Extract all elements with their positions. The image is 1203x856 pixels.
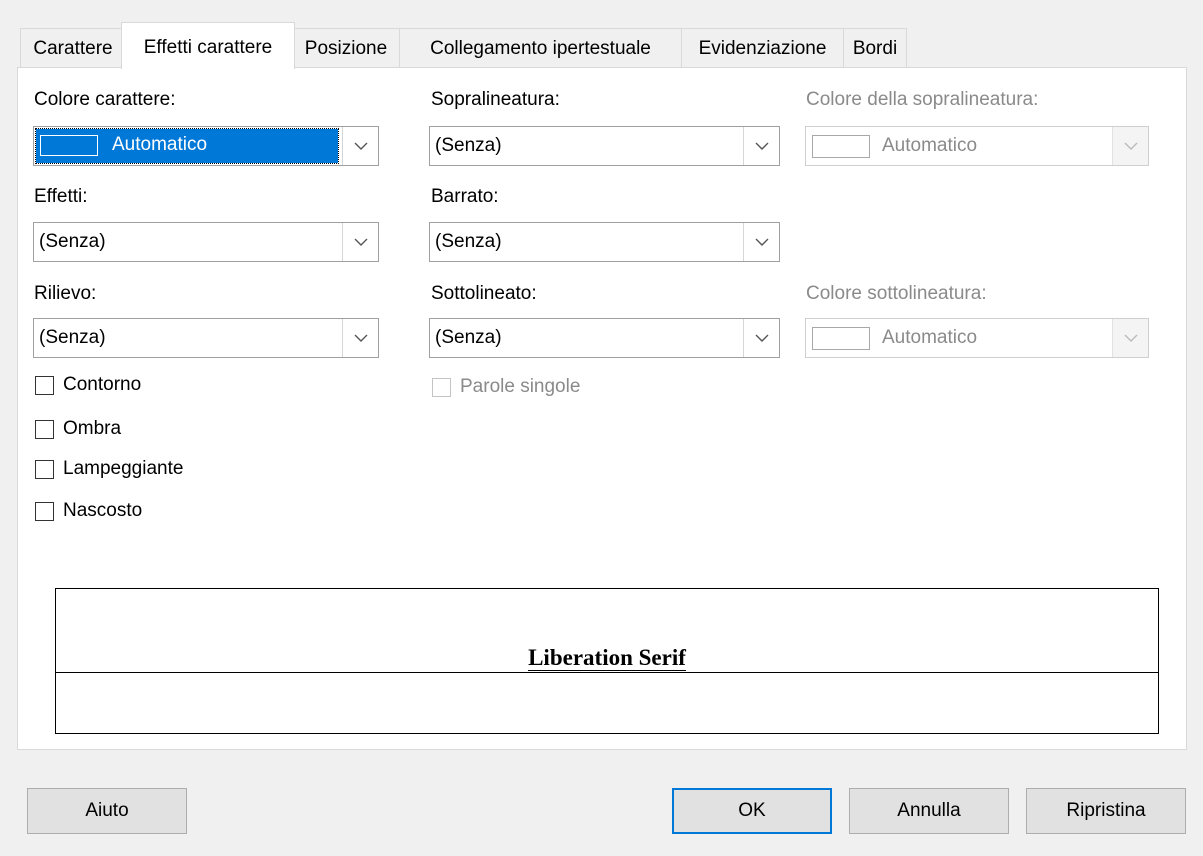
help-button[interactable]: Aiuto — [27, 788, 187, 834]
outline-label: Contorno — [63, 374, 142, 395]
font-preview: Liberation Serif — [55, 588, 1159, 734]
tab-effetti-carattere[interactable]: Effetti carattere — [121, 22, 295, 69]
font-color-label: Colore carattere: — [34, 89, 176, 110]
checkbox-box[interactable] — [35, 419, 54, 439]
reset-button[interactable]: Ripristina — [1026, 788, 1186, 834]
effects-value: (Senza) — [39, 231, 106, 252]
hidden-checkbox[interactable]: Nascosto — [35, 500, 142, 522]
underline-color-label: Colore sottolineatura: — [806, 283, 987, 304]
strikethrough-value: (Senza) — [435, 231, 502, 252]
strikethrough-select[interactable]: (Senza) — [429, 222, 780, 262]
cancel-button[interactable]: Annulla — [849, 788, 1009, 834]
overline-color-value: Automatico — [882, 135, 978, 156]
underline-select[interactable]: (Senza) — [429, 318, 780, 358]
tab-posizione[interactable]: Posizione — [292, 28, 400, 68]
chevron-down-icon[interactable] — [342, 127, 378, 165]
underline-color-select[interactable]: Automatico — [805, 318, 1149, 358]
underline-color-value: Automatico — [882, 327, 978, 348]
baseline — [56, 672, 1158, 673]
chevron-down-icon[interactable] — [743, 319, 779, 357]
font-color-select[interactable]: Automatico — [33, 126, 379, 166]
preview-text: Liberation Serif — [528, 645, 686, 671]
effects-label: Effetti: — [34, 186, 88, 207]
relief-select[interactable]: (Senza) — [33, 318, 379, 358]
relief-label: Rilievo: — [34, 283, 97, 304]
shadow-label: Ombra — [63, 418, 122, 439]
blinking-checkbox[interactable]: Lampeggiante — [35, 458, 183, 480]
ok-button[interactable]: OK — [672, 788, 832, 834]
checkbox-box[interactable] — [35, 459, 54, 479]
chevron-down-icon[interactable] — [342, 223, 378, 261]
hidden-label: Nascosto — [63, 500, 143, 521]
checkbox-box[interactable] — [432, 377, 451, 397]
font-color-value: Automatico — [112, 134, 208, 155]
overline-color-select[interactable]: Automatico — [805, 126, 1149, 166]
outline-checkbox[interactable]: Contorno — [35, 374, 141, 396]
tab-bordi[interactable]: Bordi — [843, 28, 907, 68]
underline-label: Sottolineato: — [431, 283, 537, 304]
relief-value: (Senza) — [39, 327, 106, 348]
preview-text-container: Liberation Serif — [56, 645, 1158, 671]
overline-value: (Senza) — [435, 135, 502, 156]
chevron-down-icon[interactable] — [743, 223, 779, 261]
individual-words-checkbox[interactable]: Parole singole — [432, 376, 580, 398]
tab-evidenziazione[interactable]: Evidenziazione — [681, 28, 844, 68]
checkbox-box[interactable] — [35, 501, 54, 521]
chevron-down-icon[interactable] — [1112, 127, 1148, 165]
tab-collegamento-ipertestuale[interactable]: Collegamento ipertestuale — [399, 28, 682, 68]
overline-label: Sopralineatura: — [431, 89, 560, 110]
overline-select[interactable]: (Senza) — [429, 126, 780, 166]
strikethrough-label: Barrato: — [431, 186, 499, 207]
color-swatch — [812, 327, 870, 350]
underline-value: (Senza) — [435, 327, 502, 348]
chevron-down-icon[interactable] — [1112, 319, 1148, 357]
color-swatch — [812, 135, 870, 158]
individual-words-label: Parole singole — [460, 376, 581, 397]
overline-color-label: Colore della sopralineatura: — [806, 89, 1039, 110]
tab-carattere[interactable]: Carattere — [20, 28, 126, 68]
effects-select[interactable]: (Senza) — [33, 222, 379, 262]
checkbox-box[interactable] — [35, 375, 54, 395]
chevron-down-icon[interactable] — [342, 319, 378, 357]
color-swatch — [40, 135, 98, 156]
chevron-down-icon[interactable] — [743, 127, 779, 165]
blinking-label: Lampeggiante — [63, 458, 184, 479]
shadow-checkbox[interactable]: Ombra — [35, 418, 121, 440]
